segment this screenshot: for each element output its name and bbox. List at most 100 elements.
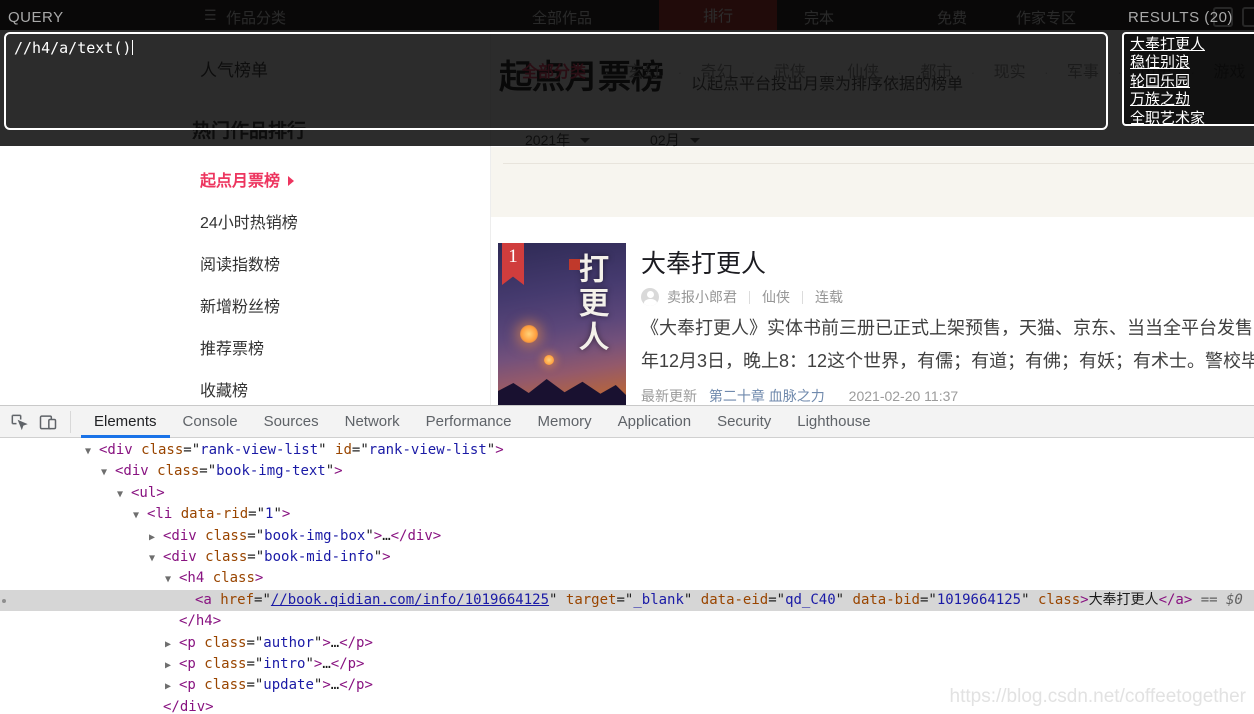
expand-arrow-icon[interactable]: ▶ (165, 655, 179, 676)
result-item: 万族之劫 (1130, 91, 1254, 109)
dom-tree-row[interactable]: ▼<div class="book-mid-info"> (0, 547, 1254, 568)
expand-arrow-icon[interactable]: ▶ (165, 676, 179, 697)
result-item: 全职艺术家 (1130, 110, 1254, 126)
selection-dot (2, 599, 6, 603)
update-timestamp: 2021-02-20 11:37 (849, 388, 959, 404)
author-avatar-icon (641, 288, 659, 306)
expand-arrow-icon[interactable]: ▼ (117, 484, 131, 505)
code-token: … (322, 656, 330, 672)
code-token: =" (616, 592, 633, 608)
xpath-query-box[interactable]: //h4/a/text() (4, 32, 1108, 130)
expand-arrow-icon[interactable]: ▼ (101, 462, 115, 483)
sidebar-item-reading-index[interactable]: 阅读指数榜 (200, 251, 280, 275)
tab-sources[interactable]: Sources (251, 406, 332, 438)
tab-application[interactable]: Application (605, 406, 704, 438)
expand-arrow-icon[interactable]: ▼ (149, 548, 163, 569)
dom-tree-row[interactable]: ▶<p class="intro">…</p> (0, 654, 1254, 675)
tab-console[interactable]: Console (170, 406, 251, 438)
expand-arrow-icon[interactable]: ▶ (165, 634, 179, 655)
book-update-row: 最新更新 第二十章 血脉之力 2021-02-20 11:37 (641, 386, 958, 406)
devtools-panel: Elements Console Sources Network Perform… (0, 405, 1254, 714)
dom-tree-row[interactable]: </h4> (0, 611, 1254, 632)
code-token: " (326, 463, 334, 479)
code-token: </p> (339, 635, 373, 651)
code-token: </p> (331, 656, 365, 672)
book-meta-row: 卖报小郎君 仙侠 连载 (641, 287, 843, 307)
sidebar-item-monthly-ticket[interactable]: 起点月票榜 (200, 167, 294, 191)
code-token: class (204, 570, 255, 586)
dom-tree-row[interactable]: ▼<ul> (0, 483, 1254, 504)
expand-arrow-icon[interactable]: ▼ (133, 505, 147, 526)
code-token: <div (99, 442, 133, 458)
code-token: target (557, 592, 616, 608)
book-intro-line2: 年12月3日，晚上8：12这个世界，有儒；有道；有佛；有妖；有术士。警校毕 (641, 347, 1254, 373)
dom-tree-row[interactable]: ▼<div class="rank-view-list" id="rank-vi… (0, 440, 1254, 461)
dom-tree: ▼<div class="rank-view-list" id="rank-vi… (0, 438, 1254, 714)
sidebar-item-recommend-ticket[interactable]: 推荐票榜 (200, 335, 264, 359)
code-token: <p (179, 635, 196, 651)
book-author-link[interactable]: 卖报小郎君 (667, 287, 737, 307)
tab-security[interactable]: Security (704, 406, 784, 438)
dom-tree-row[interactable]: <a href =" //book.qidian.com/info/10196641… (0, 590, 1254, 611)
code-token: > (1080, 592, 1088, 608)
xpath-query-input[interactable]: //h4/a/text() (14, 39, 133, 57)
tab-lighthouse[interactable]: Lighthouse (784, 406, 883, 438)
expand-arrow-icon[interactable]: ▶ (149, 527, 163, 548)
code-token: //book.qidian.com/info/1019664125 (271, 592, 549, 608)
code-token: rank-view-list (200, 442, 318, 458)
code-token: > (255, 570, 263, 586)
code-token: <li (147, 506, 172, 522)
book-genre-link[interactable]: 仙侠 (762, 287, 790, 307)
code-token: <ul> (131, 485, 165, 501)
rank-badge: 1 (502, 243, 524, 285)
code-token: > (374, 528, 382, 544)
code-token: class (1030, 592, 1081, 608)
code-token: … (331, 677, 339, 693)
code-token: =" (246, 635, 263, 651)
dom-tree-row[interactable]: ▶<p class="author">…</p> (0, 633, 1254, 654)
dom-tree-row[interactable]: ▼<li data-rid="1"> (0, 504, 1254, 525)
dom-tree-row[interactable]: ▼<div class="book-img-text"> (0, 461, 1254, 482)
book-title-link[interactable]: 大奉打更人 (641, 244, 766, 280)
divider (503, 163, 1254, 164)
tab-network[interactable]: Network (332, 406, 413, 438)
expand-arrow-icon[interactable]: ▼ (85, 441, 99, 462)
result-item: 大奉打更人 (1130, 36, 1254, 54)
code-token: qd_C40 (785, 592, 836, 608)
code-token: " (374, 549, 382, 565)
book-cover-image[interactable]: 打更人 1 (498, 243, 626, 413)
code-token: > (382, 549, 390, 565)
chevron-right-icon (288, 176, 294, 186)
inspect-element-icon[interactable] (9, 412, 29, 432)
code-token: > (282, 506, 290, 522)
lantern-art (520, 325, 538, 343)
result-item: 稳住别浪 (1130, 54, 1254, 72)
dom-tree-row[interactable]: ▼<h4 class> (0, 568, 1254, 589)
code-token: class (149, 463, 200, 479)
code-token: " (487, 442, 495, 458)
latest-chapter-link[interactable]: 第二十章 血脉之力 (709, 388, 825, 404)
sidebar-item-24h-sales[interactable]: 24小时热销榜 (200, 209, 298, 233)
code-token: href (212, 592, 254, 608)
code-token: class (196, 656, 247, 672)
code-token: > (495, 442, 503, 458)
code-token: <p (179, 656, 196, 672)
divider (70, 411, 71, 433)
code-token: update (263, 677, 314, 693)
dom-tree-row[interactable]: ▶<div class="book-img-box">…</div> (0, 526, 1254, 547)
code-token: </h4> (179, 613, 221, 629)
tab-performance[interactable]: Performance (413, 406, 525, 438)
devtools-toolbar: Elements Console Sources Network Perform… (0, 406, 1254, 438)
code-token: > (334, 463, 342, 479)
xpath-query-value: //h4/a/text() (14, 39, 131, 57)
code-token: <a (195, 592, 212, 608)
device-toolbar-icon[interactable] (38, 412, 58, 432)
code-token: _blank (633, 592, 684, 608)
code-token: intro (263, 656, 305, 672)
sidebar-item-collection[interactable]: 收藏榜 (200, 377, 248, 401)
expand-arrow-icon[interactable]: ▼ (165, 569, 179, 590)
tab-elements[interactable]: Elements (81, 406, 170, 438)
code-token: =" (246, 656, 263, 672)
sidebar-item-new-fans[interactable]: 新增粉丝榜 (200, 293, 280, 317)
tab-memory[interactable]: Memory (525, 406, 605, 438)
